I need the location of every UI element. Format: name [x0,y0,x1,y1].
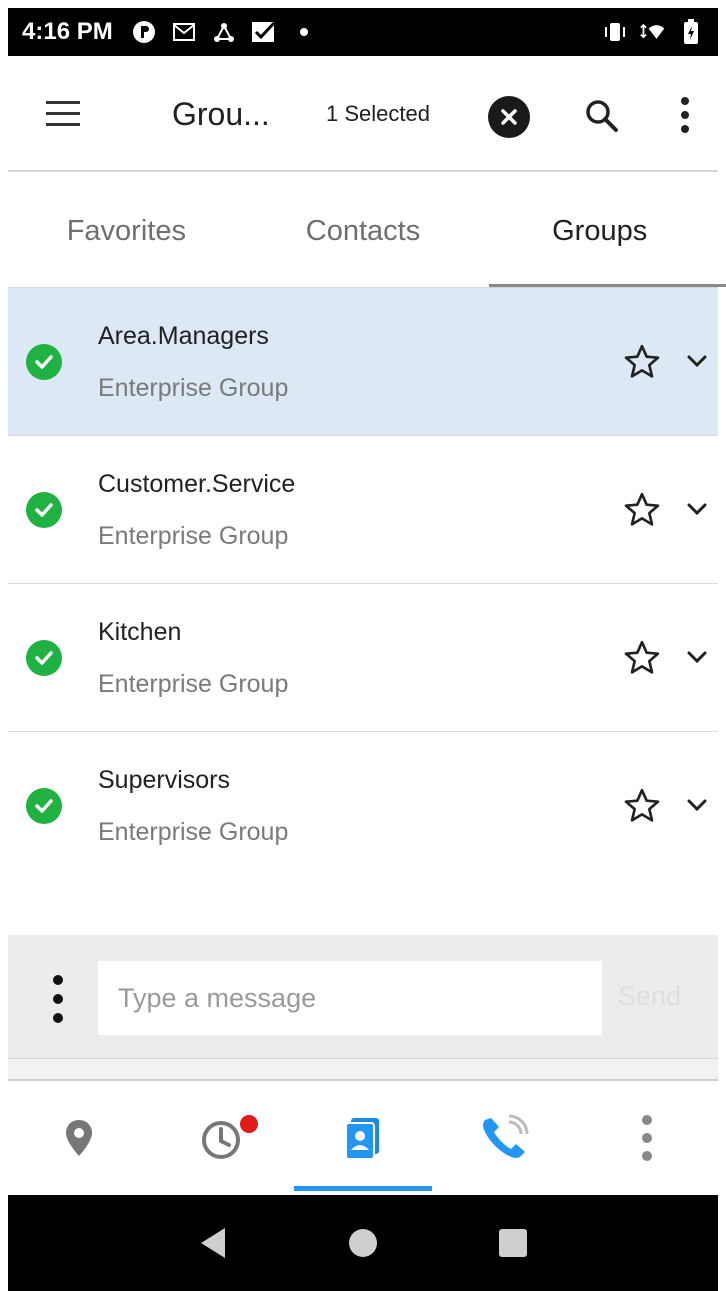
tab-bar: Favorites Contacts Groups [8,174,726,288]
favorite-star-icon[interactable] [622,786,662,826]
notification-badge [240,1115,258,1133]
task-check-icon [251,19,277,45]
phone-wifi-icon [483,1114,529,1158]
wifi-icon [640,19,666,45]
notification-app-icon [131,19,157,45]
clock-icon [202,1121,240,1159]
chevron-down-icon[interactable] [684,644,710,670]
list-item-customer-service[interactable]: Customer.Service Enterprise Group [8,436,718,584]
message-composer: Send [8,935,718,1059]
favorite-star-icon[interactable] [622,342,662,382]
message-input[interactable] [98,961,602,1035]
home-icon[interactable] [343,1223,383,1263]
check-icon [26,788,62,824]
chevron-down-icon[interactable] [684,348,710,374]
nav-calls[interactable] [434,1081,576,1195]
group-list: Area.Managers Enterprise Group Customer.… [8,288,718,880]
search-icon[interactable] [582,96,622,136]
system-navigation-bar [8,1195,718,1291]
group-type: Enterprise Group [98,374,289,402]
nav-history[interactable] [150,1081,292,1195]
chevron-down-icon[interactable] [684,496,710,522]
network-icon [211,19,237,45]
nav-contacts[interactable] [292,1081,434,1195]
group-type: Enterprise Group [98,522,289,550]
group-name: Customer.Service [98,470,296,498]
favorite-star-icon[interactable] [622,490,662,530]
group-name: Supervisors [98,766,230,794]
composer-options-icon[interactable] [48,973,68,1025]
list-item-kitchen[interactable]: Kitchen Enterprise Group [8,584,718,732]
more-vertical-icon [642,1115,652,1161]
tab-contacts[interactable]: Contacts [245,174,482,287]
status-bar: 4:16 PM [8,8,718,56]
check-icon [26,492,62,528]
status-time: 4:16 PM [22,18,113,45]
nav-location[interactable] [8,1081,150,1195]
page-title: Grou... [172,96,270,132]
group-type: Enterprise Group [98,818,289,846]
group-name: Area.Managers [98,322,269,350]
dot-icon [291,19,317,45]
location-pin-icon [66,1120,92,1156]
menu-icon[interactable] [44,98,84,130]
clear-selection-button[interactable] [488,96,530,138]
send-button[interactable]: Send [618,981,681,1012]
recents-icon[interactable] [493,1223,533,1263]
bottom-navigation [8,1079,718,1195]
list-item-area-managers[interactable]: Area.Managers Enterprise Group [8,288,718,436]
tab-favorites[interactable]: Favorites [8,174,245,287]
favorite-star-icon[interactable] [622,638,662,678]
group-type: Enterprise Group [98,670,289,698]
contacts-book-icon [345,1118,379,1160]
check-icon [26,640,62,676]
check-icon [26,344,62,380]
back-icon[interactable] [193,1223,233,1263]
chevron-down-icon[interactable] [684,792,710,818]
group-name: Kitchen [98,618,182,646]
nav-more[interactable] [576,1081,718,1195]
vibrate-icon [602,19,628,45]
app-bar: Grou... 1 Selected [8,56,718,172]
close-icon [501,109,517,125]
selection-count: 1 Selected [326,101,430,126]
list-item-supervisors[interactable]: Supervisors Enterprise Group [8,732,718,880]
divider [8,1059,718,1079]
tab-groups[interactable]: Groups [481,174,726,287]
mail-icon [171,19,197,45]
more-options-icon[interactable] [672,94,698,138]
battery-icon [678,19,704,45]
